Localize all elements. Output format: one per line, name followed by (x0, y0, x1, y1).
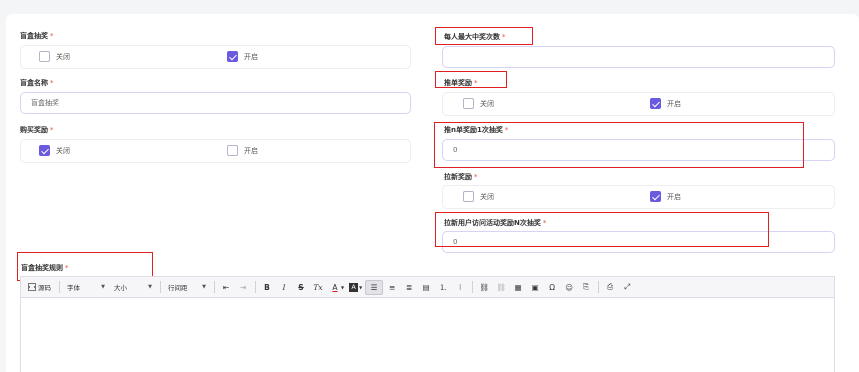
dropdown-arrow-icon: ▼ (359, 284, 363, 290)
invite-reward-off-option[interactable]: 关闭 (463, 191, 494, 202)
table-icon: ▦ (514, 282, 522, 292)
blindbox-name-label: 盲盒名称 * (20, 79, 54, 87)
ordered-list-icon: ⒈ (439, 282, 447, 292)
max-wins-input[interactable] (442, 46, 835, 68)
editor-content-area[interactable] (21, 298, 834, 372)
dropdown-arrow-icon: ▼ (101, 284, 105, 290)
page-break-button[interactable]: ⎘ (578, 280, 594, 295)
order-reward-off-option[interactable]: 关闭 (463, 98, 494, 109)
strikethrough-button[interactable]: S (293, 280, 309, 295)
ordered-list-button[interactable]: ⒈ (435, 280, 451, 295)
checkbox-unchecked-icon[interactable] (227, 145, 238, 156)
font-size-select[interactable]: 大小 ▼ (110, 280, 156, 295)
source-code-icon (28, 283, 36, 291)
blindbox-draw-options: 关闭 开启 (20, 45, 411, 69)
checkbox-unchecked-icon[interactable] (463, 191, 474, 202)
table-button[interactable]: ▦ (510, 280, 526, 295)
special-char-button[interactable]: Ω (544, 280, 560, 295)
checkbox-checked-icon[interactable] (39, 145, 50, 156)
image-icon: ▣ (531, 282, 539, 292)
line-height-select[interactable]: 行间距 ▼ (164, 280, 210, 295)
max-wins-label: 每人最大中奖次数 * (444, 33, 506, 41)
rules-label: 盲盒抽奖规则 * (21, 264, 69, 272)
indent-button[interactable]: ⇥ (235, 280, 251, 295)
purchase-reward-off-option[interactable]: 关闭 (39, 145, 70, 156)
dropdown-arrow-icon: ▼ (202, 284, 206, 290)
align-justify-button[interactable]: ▤ (418, 280, 434, 295)
source-button[interactable]: 源码 (24, 280, 55, 295)
align-left-button[interactable]: ☰ (365, 279, 384, 295)
purchase-reward-on-option[interactable]: 开启 (227, 145, 258, 156)
fullscreen-icon: ⤢ (624, 282, 631, 291)
dropdown-arrow-icon: ▼ (148, 284, 152, 290)
align-left-icon: ☰ (370, 282, 378, 292)
toolbar-divider (160, 281, 161, 293)
editor-toolbar: 源码 字体 ▼ 大小 ▼ 行间距 ▼ ⇤ ⇥ B I S Tx A ▼ A ▼ ☰ ≡ ≣… (21, 277, 834, 298)
emoji-button[interactable]: ☺ (561, 280, 577, 295)
order-n-draw-label: 推n单奖励1次抽奖 * (444, 126, 509, 134)
order-reward-on-option[interactable]: 开启 (650, 98, 681, 109)
toolbar-divider (59, 281, 60, 293)
toolbar-divider (598, 281, 600, 293)
unordered-list-icon: ⁝ (458, 282, 462, 292)
indent-icon: ⇥ (239, 282, 247, 292)
checkbox-checked-icon[interactable] (650, 98, 661, 109)
invite-reward-label: 拉新奖励 * (444, 173, 478, 181)
toolbar-divider (255, 281, 256, 293)
outdent-icon: ⇤ (222, 282, 230, 292)
blindbox-name-input[interactable]: 盲盒抽奖 (20, 92, 411, 114)
bg-color-button[interactable]: A ▼ (347, 280, 364, 295)
checkbox-checked-icon[interactable] (650, 191, 661, 202)
italic-button[interactable]: I (276, 280, 292, 295)
checkbox-unchecked-icon[interactable] (463, 98, 474, 109)
bold-button[interactable]: B (259, 280, 275, 295)
order-reward-options: 关闭 开启 (442, 92, 835, 116)
dropdown-arrow-icon: ▼ (341, 284, 345, 290)
blindbox-draw-label: 盲盒抽奖 * (20, 32, 54, 40)
purchase-reward-label: 购买奖励 * (20, 126, 54, 134)
fullscreen-button[interactable]: ⤢ (619, 280, 635, 295)
outdent-button[interactable]: ⇤ (218, 280, 234, 295)
align-right-button[interactable]: ≣ (401, 280, 417, 295)
align-justify-icon: ▤ (422, 282, 430, 292)
order-n-draw-input[interactable]: 0 (442, 139, 835, 161)
clear-format-button[interactable]: Tx (310, 280, 326, 295)
toolbar-divider (472, 281, 474, 293)
rich-text-editor: 源码 字体 ▼ 大小 ▼ 行间距 ▼ ⇤ ⇥ B I S Tx A ▼ A ▼ ☰ ≡ ≣… (20, 276, 835, 372)
link-button[interactable]: ⛓ (476, 280, 492, 295)
checkbox-unchecked-icon[interactable] (39, 51, 50, 62)
font-family-select[interactable]: 字体 ▼ (63, 280, 109, 295)
unlink-button[interactable]: ⛓ (493, 280, 509, 295)
toolbar-divider (214, 281, 215, 293)
align-right-icon: ≣ (406, 282, 413, 292)
align-center-button[interactable]: ≡ (384, 280, 400, 295)
invite-reward-options: 关闭 开启 (442, 185, 835, 209)
blindbox-draw-off-option[interactable]: 关闭 (39, 51, 70, 62)
purchase-reward-options: 关闭 开启 (20, 139, 411, 163)
image-button[interactable]: ▣ (527, 280, 543, 295)
unordered-list-button[interactable]: ⁝ (452, 280, 468, 295)
blindbox-draw-on-option[interactable]: 开启 (227, 51, 258, 62)
invite-n-draw-label: 拉新用户访问活动奖励N次抽奖 * (444, 219, 547, 227)
print-button[interactable]: ⎙ (602, 280, 618, 295)
page-break-icon: ⎘ (583, 282, 590, 291)
invite-reward-on-option[interactable]: 开启 (650, 191, 681, 202)
link-icon: ⛓ (479, 282, 489, 292)
unlink-icon: ⛓ (496, 282, 506, 292)
invite-n-draw-input[interactable]: 0 (442, 231, 835, 253)
font-color-button[interactable]: A ▼ (327, 280, 346, 295)
omega-icon: Ω (549, 282, 556, 292)
emoji-icon: ☺ (565, 282, 574, 292)
print-icon: ⎙ (607, 282, 614, 291)
align-center-icon: ≡ (389, 282, 396, 292)
order-reward-label: 推单奖励 * (444, 79, 478, 87)
checkbox-checked-icon[interactable] (227, 51, 238, 62)
